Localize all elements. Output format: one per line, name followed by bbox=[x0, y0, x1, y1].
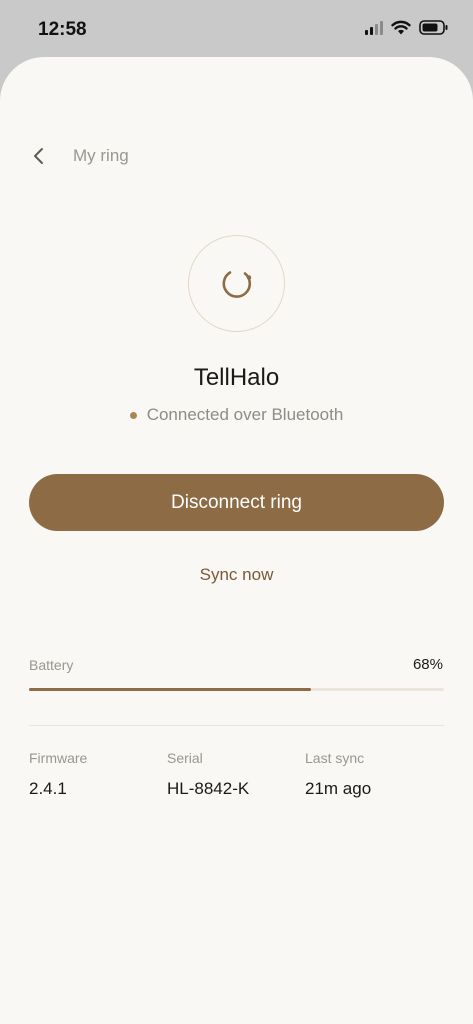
status-time: 12:58 bbox=[38, 19, 87, 40]
battery-value: 68% bbox=[412, 656, 443, 673]
back-chevron-icon[interactable] bbox=[28, 144, 50, 168]
ring-icon bbox=[222, 271, 252, 298]
last-sync-label: Last sync bbox=[305, 750, 365, 766]
connection-status: Connected over Bluetooth bbox=[0, 405, 473, 425]
battery-status-icon bbox=[419, 20, 448, 35]
page-title: My ring bbox=[73, 146, 129, 165]
disconnect-ring-button[interactable]: Disconnect ring bbox=[29, 474, 444, 531]
serial-value: HL-8842-K bbox=[167, 779, 250, 798]
battery-progress-fill bbox=[29, 688, 312, 691]
battery-progress-bar bbox=[29, 688, 444, 691]
serial-label: Serial bbox=[167, 750, 203, 766]
status-icons bbox=[365, 20, 449, 35]
last-sync-value: 21m ago bbox=[305, 779, 372, 798]
firmware-label: Firmware bbox=[29, 750, 88, 766]
ring-settings-sheet bbox=[0, 57, 473, 1024]
cellular-signal-icon bbox=[365, 20, 383, 35]
wifi-icon bbox=[391, 20, 411, 35]
ring-avatar bbox=[188, 235, 285, 332]
divider bbox=[29, 725, 444, 726]
firmware-stat: Firmware 2.4.1 bbox=[29, 750, 87, 799]
device-name: TellHalo bbox=[193, 364, 280, 391]
sync-now-link[interactable]: Sync now bbox=[0, 565, 473, 585]
last-sync-stat: Last sync 21m ago bbox=[305, 750, 371, 799]
firmware-value: 2.4.1 bbox=[29, 779, 67, 798]
status-bar: 12:58 bbox=[0, 0, 473, 58]
serial-stat: Serial HL-8842-K bbox=[167, 750, 249, 799]
status-dot-icon bbox=[129, 411, 137, 419]
connection-status-text: Connected over Bluetooth bbox=[146, 405, 344, 424]
battery-label: Battery bbox=[29, 657, 74, 673]
